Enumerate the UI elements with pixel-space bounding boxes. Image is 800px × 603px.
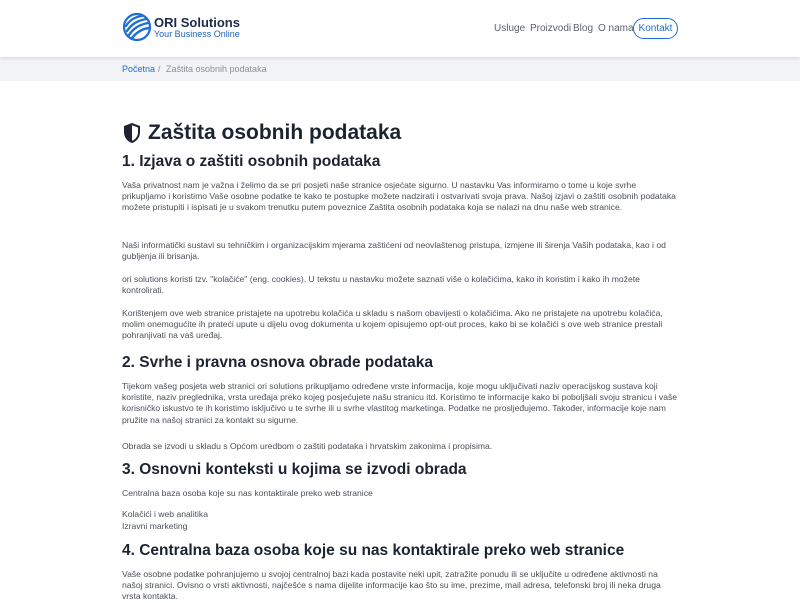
section-heading-1: 1. Izjava o zaštiti osobnih podataka xyxy=(122,153,381,170)
nav-link-proizvodi[interactable]: Proizvodi xyxy=(530,23,571,34)
ori-logo-icon xyxy=(122,12,152,42)
page-title-text: Zaštita osobnih podataka xyxy=(148,121,402,144)
contact-button[interactable]: Kontakt xyxy=(633,18,678,39)
section-heading-2: 2. Svrhe i pravna osnova obrade podataka xyxy=(122,354,433,371)
section-1-paragraph-4: Korištenjem ove web stranice pristajete … xyxy=(122,308,663,341)
section-heading-4: 4. Centralna baza osoba koje su nas kont… xyxy=(122,542,625,559)
brand-tagline: Your Business Online xyxy=(154,29,240,39)
section-1-paragraph-2: Naši informatički sustavi su tehničkim i… xyxy=(122,240,666,262)
section-3-item-3: Izravni marketing xyxy=(122,521,188,531)
brand-name: ORI Solutions xyxy=(154,15,240,30)
breadcrumb-home-link[interactable]: Početna xyxy=(122,64,155,74)
shield-icon xyxy=(124,123,140,143)
breadcrumb: Početna / Zaštita osobnih podataka xyxy=(0,57,800,81)
navbar: ORI Solutions Your Business Online Uslug… xyxy=(0,0,800,57)
nav-link-blog[interactable]: Blog xyxy=(573,23,593,34)
section-1-paragraph-1: Vaša privatnost nam je važna i želimo da… xyxy=(122,180,676,213)
nav-link-usluge[interactable]: Usluge xyxy=(494,23,525,34)
brand-logo[interactable]: ORI Solutions Your Business Online xyxy=(122,11,242,45)
section-3-item-1: Centralna baza osoba koje su nas kontakt… xyxy=(122,488,373,498)
breadcrumb-current: Zaštita osobnih podataka xyxy=(166,64,267,74)
nav-link-o-nama[interactable]: O nama xyxy=(598,23,634,34)
section-1-paragraph-3: ori solutions koristi tzv. "kolačiće" (e… xyxy=(122,274,640,296)
section-2-paragraph-1: Tijekom vašeg posjeta web stranici ori s… xyxy=(122,381,678,425)
page-title: Zaštita osobnih podataka xyxy=(122,118,401,148)
section-4-paragraph-1: Vaše osobne podatke pohranjujemo u svojo… xyxy=(122,569,661,602)
section-heading-3: 3. Osnovni konteksti u kojima se izvodi … xyxy=(122,461,467,478)
section-3-item-2: Kolačići i web analitika xyxy=(122,509,208,519)
breadcrumb-separator: / xyxy=(158,64,161,74)
section-2-paragraph-2: Obrada se izvodi u skladu s Općom uredbo… xyxy=(122,441,493,451)
